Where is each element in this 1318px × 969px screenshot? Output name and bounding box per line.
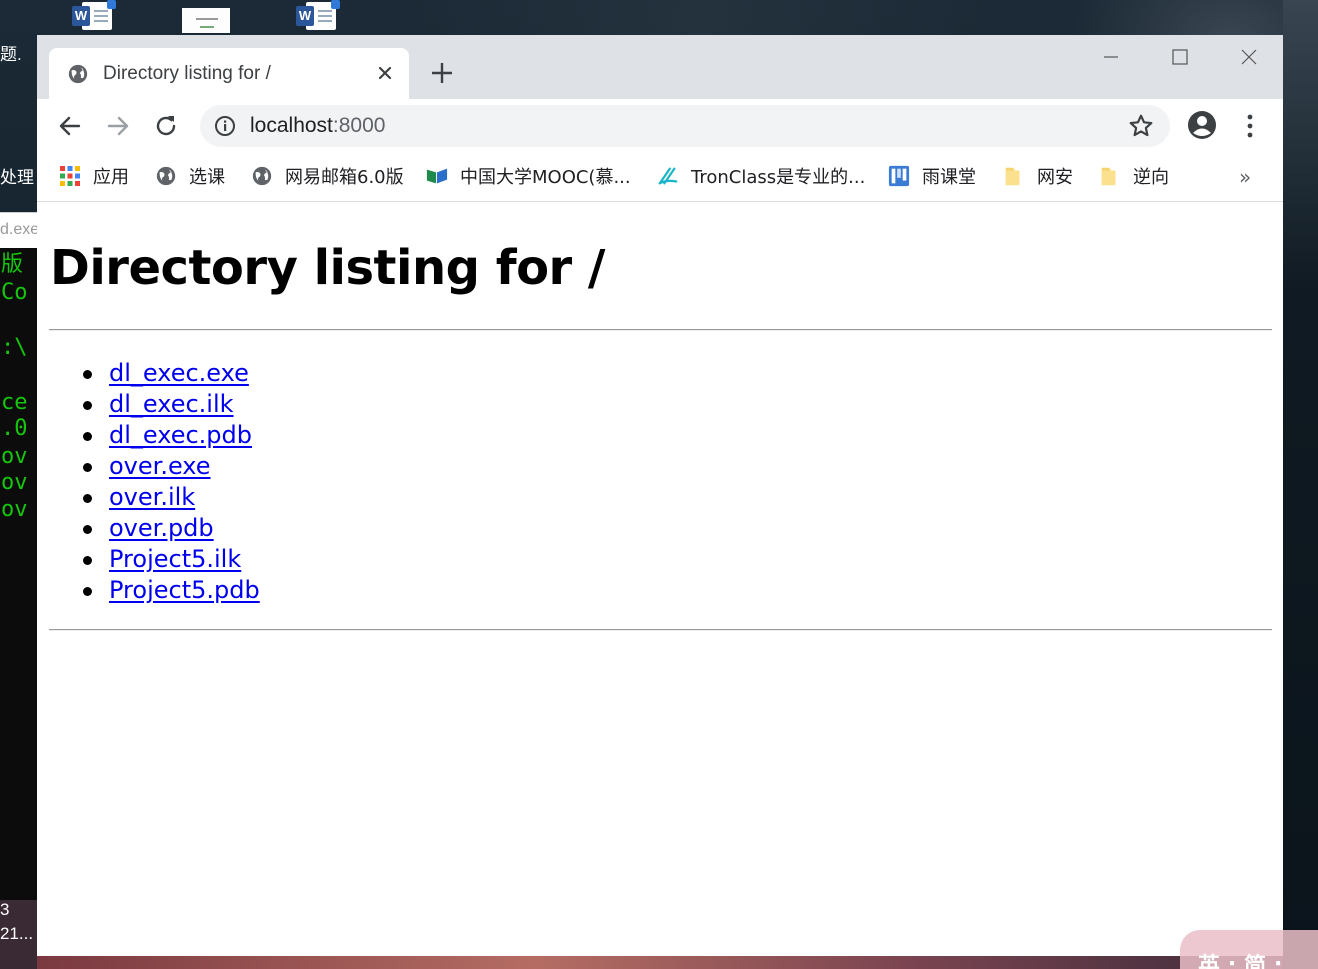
site-info-icon[interactable] bbox=[214, 115, 236, 137]
file-list: dl_exec.exe dl_exec.ilk dl_exec.pdb over… bbox=[83, 358, 260, 606]
bookmarks-bar: 应用 选课 网易邮箱6.0版 中国大学MOOC(慕... TronClass是专… bbox=[37, 153, 1283, 202]
back-arrow-icon[interactable] bbox=[55, 111, 85, 141]
bookmark-item[interactable]: TronClass是专业的... bbox=[657, 163, 865, 189]
background-console: 版 Co :\ ce .0 ov ov ov bbox=[0, 248, 37, 900]
bookmark-item[interactable]: 雨课堂 bbox=[888, 163, 976, 189]
list-item: over.pdb bbox=[83, 513, 260, 544]
file-link[interactable]: over.pdb bbox=[109, 514, 214, 542]
bookmark-item[interactable]: 中国大学MOOC(慕... bbox=[426, 163, 631, 189]
list-item: over.ilk bbox=[83, 482, 260, 513]
page-content: Directory listing for / dl_exec.exe dl_e… bbox=[37, 202, 1283, 956]
close-icon[interactable] bbox=[373, 61, 397, 85]
ime-text: 英 ; 简 ; bbox=[1198, 954, 1283, 969]
word-document-icon[interactable]: W bbox=[296, 0, 340, 33]
tab-strip: Directory listing for / bbox=[37, 35, 1283, 99]
tab-directory-listing[interactable]: Directory listing for / bbox=[49, 48, 409, 99]
profile-avatar-icon[interactable] bbox=[1187, 110, 1217, 140]
more-bookmarks-chevron-icon[interactable]: » bbox=[1239, 165, 1251, 189]
browser-window: Directory listing for / localhost:8000 应… bbox=[37, 35, 1283, 956]
bookmark-item[interactable]: 选课 bbox=[155, 163, 225, 189]
bookmark-folder[interactable]: 网安 bbox=[1003, 163, 1073, 189]
bookmark-apps[interactable]: 应用 bbox=[59, 163, 129, 189]
file-link[interactable]: dl_exec.exe bbox=[109, 359, 249, 387]
globe-icon bbox=[156, 166, 176, 186]
background-address-bar: d.exe bbox=[0, 212, 37, 249]
background-text: 题. bbox=[0, 45, 22, 64]
file-link[interactable]: over.ilk bbox=[109, 483, 195, 511]
bookmark-star-icon[interactable] bbox=[1128, 113, 1154, 139]
file-link[interactable]: dl_exec.ilk bbox=[109, 390, 234, 418]
bookmark-folder[interactable]: 逆向 bbox=[1099, 163, 1169, 189]
address-bar[interactable]: localhost:8000 bbox=[200, 105, 1170, 147]
menu-kebab-icon[interactable] bbox=[1240, 111, 1260, 141]
background-taskbar-item: 3 21... bbox=[0, 900, 37, 969]
new-tab-plus-icon[interactable] bbox=[429, 60, 455, 86]
forward-arrow-icon[interactable] bbox=[103, 111, 133, 141]
maximize-icon[interactable] bbox=[1160, 45, 1200, 71]
wallpaper-strip bbox=[1283, 0, 1318, 969]
folder-icon bbox=[1101, 167, 1116, 186]
list-item: over.exe bbox=[83, 451, 260, 482]
file-link[interactable]: Project5.ilk bbox=[109, 545, 241, 573]
globe-icon bbox=[252, 166, 272, 186]
background-text: 处理 bbox=[0, 168, 34, 187]
list-item: Project5.ilk bbox=[83, 544, 260, 575]
divider bbox=[49, 329, 1272, 331]
wallpaper-strip bbox=[37, 956, 1282, 969]
tab-title: Directory listing for / bbox=[103, 63, 271, 84]
word-document-icon[interactable]: W bbox=[72, 0, 116, 33]
list-item: dl_exec.exe bbox=[83, 358, 260, 389]
tronclass-icon bbox=[658, 167, 678, 185]
rainclass-icon bbox=[888, 165, 910, 187]
ime-toolbar[interactable]: 英 ; 简 ; bbox=[1180, 930, 1318, 969]
reload-icon[interactable] bbox=[151, 111, 181, 141]
background-windows-strip: 题. 处理 d.exe 版 Co :\ ce .0 ov ov ov 3 21.… bbox=[0, 0, 37, 969]
file-link[interactable]: over.exe bbox=[109, 452, 211, 480]
document-thumbnail-icon[interactable] bbox=[182, 8, 230, 33]
page-title: Directory listing for / bbox=[50, 240, 605, 296]
folder-icon bbox=[1005, 167, 1020, 186]
mooc-icon bbox=[426, 168, 448, 184]
globe-icon bbox=[68, 64, 88, 84]
url-text[interactable]: localhost:8000 bbox=[250, 114, 385, 138]
list-item: dl_exec.ilk bbox=[83, 389, 260, 420]
file-link[interactable]: Project5.pdb bbox=[109, 576, 260, 604]
bookmark-item[interactable]: 网易邮箱6.0版 bbox=[251, 163, 404, 189]
list-item: dl_exec.pdb bbox=[83, 420, 260, 451]
divider bbox=[49, 629, 1272, 631]
minimize-icon[interactable] bbox=[1091, 45, 1131, 71]
list-item: Project5.pdb bbox=[83, 575, 260, 606]
browser-toolbar: localhost:8000 bbox=[37, 99, 1283, 153]
window-close-icon[interactable] bbox=[1229, 45, 1269, 71]
apps-grid-icon bbox=[60, 166, 80, 186]
file-link[interactable]: dl_exec.pdb bbox=[109, 421, 252, 449]
